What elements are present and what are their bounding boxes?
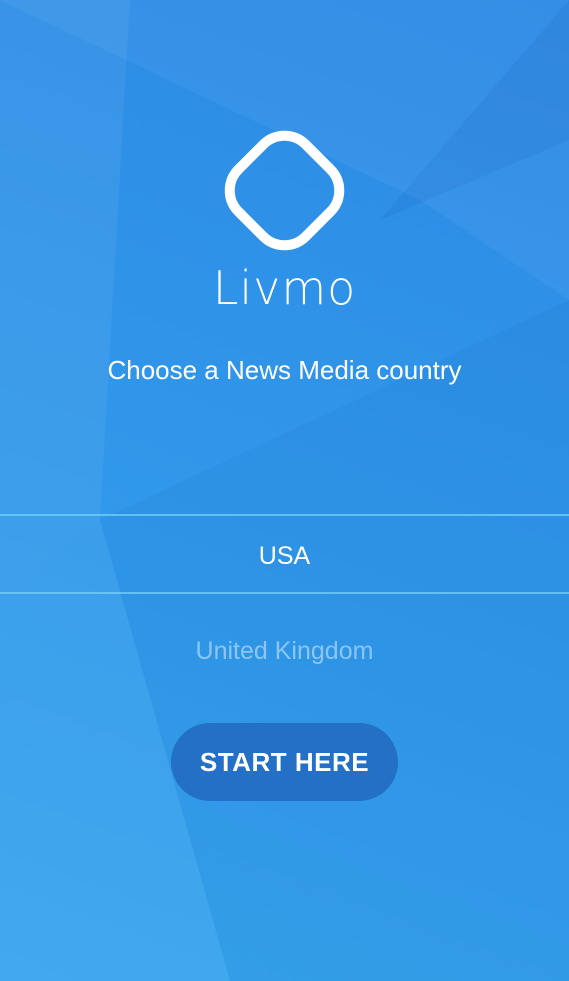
rounded-diamond-logo-icon bbox=[224, 130, 345, 251]
onboarding-screen: Livmo Choose a News Media country USA Un… bbox=[0, 0, 569, 981]
country-picker[interactable]: USA United Kingdom bbox=[0, 480, 569, 700]
app-name: Livmo bbox=[212, 261, 357, 315]
start-here-button[interactable]: START HERE bbox=[171, 723, 398, 801]
picker-divider-top bbox=[0, 514, 569, 516]
picker-option-usa[interactable]: USA bbox=[0, 538, 569, 574]
country-prompt: Choose a News Media country bbox=[107, 355, 462, 385]
picker-option-united-kingdom[interactable]: United Kingdom bbox=[0, 633, 569, 669]
picker-divider-bottom bbox=[0, 592, 569, 594]
